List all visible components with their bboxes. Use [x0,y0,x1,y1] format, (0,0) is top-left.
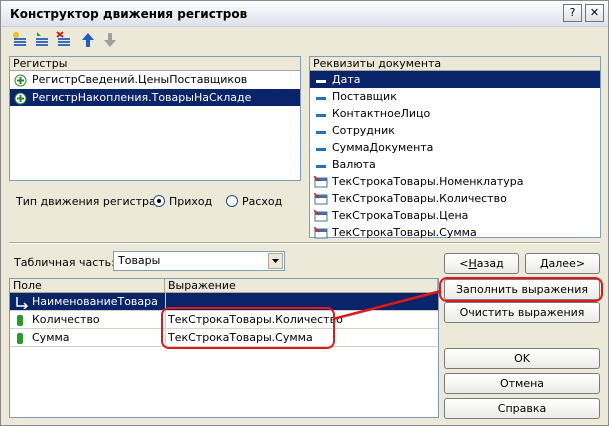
help-button[interactable]: Справка [444,398,600,419]
add-register-icon[interactable] [11,31,31,51]
register-label: РегистрСведений.ЦеныПоставщиков [32,73,248,86]
requisite-item[interactable]: Поставщик [310,88,600,105]
requisite-label: ТекСтрокаТовары.Номенклатура [332,175,524,188]
requisite-item[interactable]: Валюта [310,156,600,173]
registers-panel: Регистры РегистрСведений.ЦеныПоставщиков… [9,56,301,181]
cancel-button[interactable]: Отмена [444,373,600,394]
register-label: РегистрНакопления.ТоварыНаСкладе [32,91,252,104]
requisite-label: ТекСтрокаТовары.Сумма [332,226,477,239]
requisite-label: Поставщик [332,90,397,103]
movement-type-label: Тип движения регистра: [16,195,160,208]
requisite-label: ТекСтрокаТовары.Количество [332,192,507,205]
ok-button[interactable]: OK [444,348,600,369]
grid-field: Количество [32,313,100,326]
requisites-panel: Реквизиты документа Дата Поставщик Контакт… [309,56,601,241]
delete-register-icon[interactable] [55,31,75,51]
separator [9,242,600,244]
requisite-item[interactable]: ТекСтрокаТовары.Номенклатура [310,173,600,190]
close-button[interactable]: ✕ [585,4,604,22]
registers-header: Регистры [10,57,300,71]
clear-expressions-button[interactable]: Очистить выражения [444,302,600,323]
chevron-down-icon[interactable] [268,253,283,269]
highlight-connector [332,289,442,321]
requisite-label: ТекСтрокаТовары.Цена [332,209,469,222]
register-item-selected[interactable]: РегистрНакопления.ТоварыНаСкладе [10,89,300,106]
requisite-label: Дата [332,73,361,86]
add-from-doc-icon[interactable] [33,31,53,51]
next-button[interactable]: Далее> [525,253,600,274]
expense-label: Расход [242,195,283,208]
income-radio[interactable] [153,195,165,207]
requisite-item[interactable]: Дата [310,71,600,88]
requisite-label: Сотрудник [332,124,395,137]
resource-icon [15,329,25,346]
requisite-label: КонтактноеЛицо [332,107,431,120]
tabular-value: Товары [118,254,161,267]
requisite-item[interactable]: ТекСтрокаТовары.Количество [310,190,600,207]
requisite-item[interactable]: ТекСтрокаТовары.Сумма [310,224,600,241]
back-button[interactable]: <Назад [444,253,519,274]
resource-icon [15,311,25,328]
requisite-item[interactable]: Сотрудник [310,122,600,139]
expense-radio[interactable] [226,195,238,207]
highlight-expressions [161,307,335,349]
window-title: Конструктор движения регистров [10,7,248,21]
register-icon [14,92,27,110]
move-down-icon[interactable] [101,31,121,51]
dialog-window: Конструктор движения регистров ? ✕ Регис… [0,0,609,426]
help-title-button[interactable]: ? [563,4,582,22]
title-bar: Конструктор движения регистров ? ✕ [1,1,608,27]
requisite-item[interactable]: ТекСтрокаТовары.Цена [310,207,600,224]
requisite-label: СуммаДокумента [332,141,434,154]
requisite-item[interactable]: КонтактноеЛицо [310,105,600,122]
highlight-fill-button [439,277,603,302]
tabular-label: Табличная часть: [14,256,115,269]
register-item[interactable]: РегистрСведений.ЦеныПоставщиков [10,71,300,88]
move-up-icon[interactable] [79,31,99,51]
grid-field: Сумма [32,331,70,344]
requisite-item[interactable]: СуммаДокумента [310,139,600,156]
toolbar [7,29,307,53]
grid-field: НаименованиеТовара [32,295,158,308]
requisites-list: Дата Поставщик КонтактноеЛицо Сотрудник Сумм… [310,71,600,241]
income-label: Приход [169,195,213,208]
tabular-select[interactable]: Товары [113,251,285,271]
requisites-header: Реквизиты документа [310,57,600,71]
dimension-icon [15,293,29,310]
column-header-field[interactable]: Поле [10,279,165,293]
requisite-label: Валюта [332,158,376,171]
